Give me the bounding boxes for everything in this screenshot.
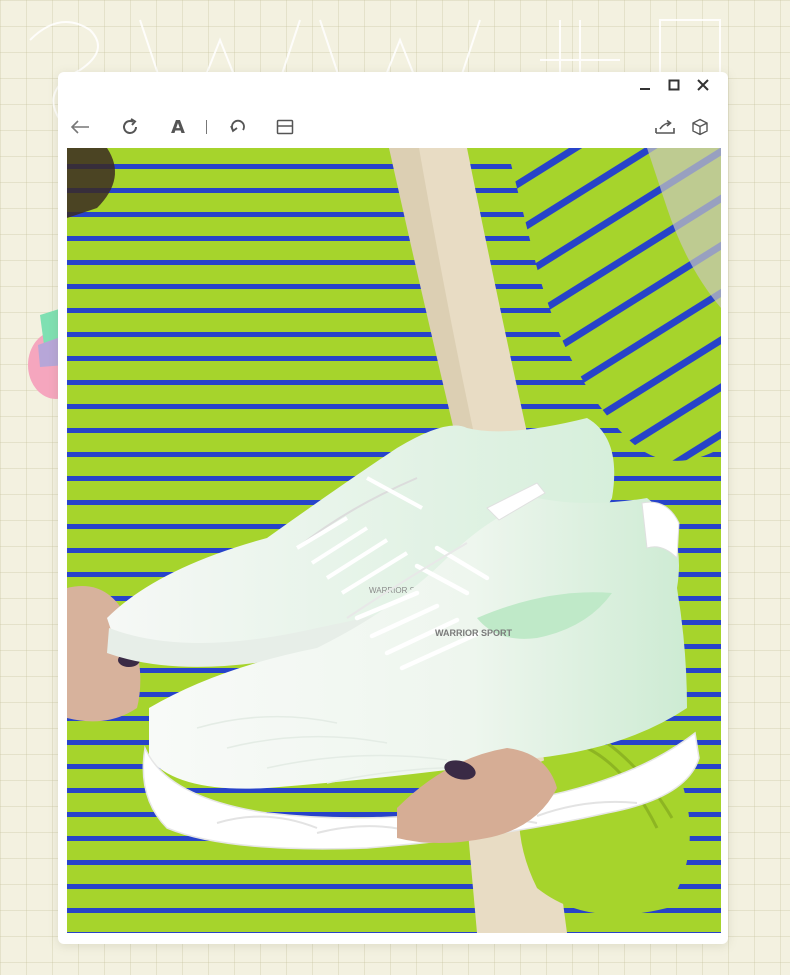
product-photo: WARRIOR SPORT WARRIOR SPORT [67,148,721,933]
minimize-button[interactable] [634,78,656,96]
text-tool-button[interactable]: A [167,116,189,138]
close-icon [697,79,709,91]
refresh-icon [123,118,137,134]
toolbar-separator [206,120,207,134]
layout-button[interactable] [274,116,296,138]
maximize-icon [668,79,680,91]
layout-icon [276,119,294,135]
back-button[interactable] [69,116,91,138]
title-bar [58,72,728,102]
text-tool-label: A [171,116,185,138]
front-sneaker-brand: WARRIOR SPORT [435,628,513,638]
export-button[interactable] [654,116,676,138]
undo-icon [230,119,245,133]
close-button[interactable] [692,78,714,96]
undo-button[interactable] [227,116,249,138]
export-icon [655,119,675,134]
toolbar: A [58,108,728,144]
app-window: A WARRIOR SPORT WARRIOR SPORT [58,72,728,944]
refresh-button[interactable] [119,116,141,138]
cube-icon [692,118,708,136]
maximize-button[interactable] [663,78,685,96]
photo-canvas[interactable]: WARRIOR SPORT WARRIOR SPORT [67,148,721,933]
minimize-icon [640,88,650,90]
back-arrow-icon [70,120,89,134]
3d-view-button[interactable] [689,116,711,138]
